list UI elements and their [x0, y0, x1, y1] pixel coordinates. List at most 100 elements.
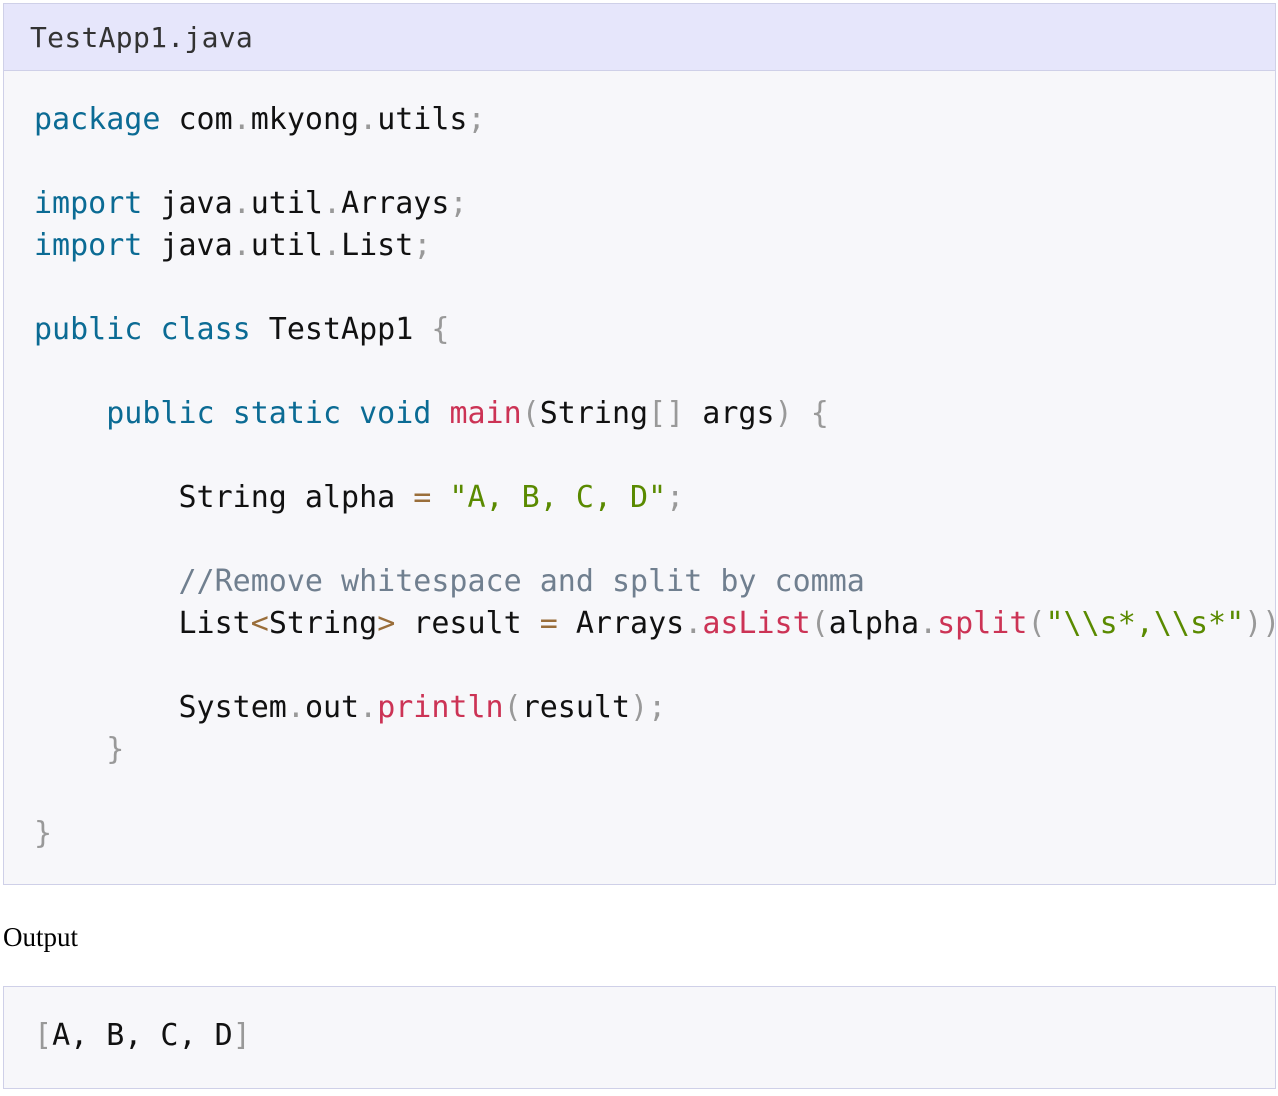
code-token: alpha — [828, 606, 920, 641]
code-token: System — [34, 690, 287, 725]
code-token: String — [539, 396, 649, 431]
code-token: ; — [467, 102, 486, 137]
code-token: . — [232, 186, 251, 221]
code-token: = — [413, 480, 432, 515]
code-token: . — [359, 690, 378, 725]
code-token: com — [160, 102, 233, 137]
code-token: ( — [810, 606, 829, 641]
code-token: = — [539, 606, 558, 641]
code-token: split — [937, 606, 1028, 641]
code-token: List — [341, 228, 414, 263]
code-line: import java.util.List; — [34, 225, 1278, 267]
code-line: } — [34, 813, 1278, 855]
code-token: public — [106, 396, 215, 431]
code-token: ( — [1027, 606, 1046, 641]
code-token: result — [395, 606, 540, 641]
code-token: [ — [34, 1018, 53, 1053]
code-token: main — [449, 396, 522, 431]
code-token: args — [684, 396, 775, 431]
code-token: A, B, C, D — [52, 1018, 233, 1053]
code-token: util — [250, 228, 323, 263]
code-token: ); — [630, 690, 667, 725]
code-token: ] — [232, 1018, 251, 1053]
code-token: . — [286, 690, 305, 725]
code-token: result — [521, 690, 631, 725]
code-token: } — [34, 816, 53, 851]
code-line: } — [34, 729, 1278, 771]
code-token: . — [232, 102, 251, 137]
code-token: } — [106, 732, 125, 767]
code-token: import — [34, 228, 143, 263]
code-token: { — [431, 312, 450, 347]
code-token: package — [34, 102, 161, 137]
output-line: [A, B, C, D] — [34, 1015, 251, 1057]
filename: TestApp1.java — [30, 20, 254, 54]
code-token: ; — [413, 228, 432, 263]
code-block: TestApp1.java package com.mkyong.utils; i… — [3, 3, 1278, 885]
code-line: List<String> result = Arrays.asList(alph… — [34, 603, 1278, 645]
code-token: String alpha — [34, 480, 414, 515]
code-line: //Remove whitespace and split by comma — [34, 561, 1278, 603]
code-line: String alpha = "A, B, C, D"; — [34, 477, 1278, 519]
code-line: public class TestApp1 { — [34, 309, 1278, 351]
code-token: . — [919, 606, 938, 641]
code-token: < — [250, 606, 269, 641]
code-token: util — [250, 186, 323, 221]
code-token: Arrays — [557, 606, 685, 641]
code-token: out — [304, 690, 360, 725]
code-token: )); — [1244, 606, 1278, 641]
code-token: mkyong — [250, 102, 360, 137]
code-token: ( — [503, 690, 522, 725]
code-token: import — [34, 186, 143, 221]
code-token: TestApp1 — [250, 312, 432, 347]
code-token: String — [268, 606, 378, 641]
code-line: System.out.println(result); — [34, 687, 1278, 729]
code-token: //Remove whitespace and split by comma — [178, 564, 865, 599]
code-token: java — [142, 228, 233, 263]
code-content[interactable]: package com.mkyong.utils; import java.uti… — [34, 99, 1278, 855]
code-token: class — [160, 312, 251, 347]
code-token: utils — [377, 102, 468, 137]
output-block: [A, B, C, D] — [3, 986, 1276, 1089]
code-token: "\\s*,\\s*" — [1045, 606, 1245, 641]
code-token: ) — [774, 396, 793, 431]
code-token: . — [323, 228, 342, 263]
output-label: Output — [3, 922, 79, 952]
code-token: ( — [521, 396, 540, 431]
code-token: . — [232, 228, 251, 263]
output-content[interactable]: [A, B, C, D] — [34, 1015, 251, 1057]
code-token: Arrays — [341, 186, 450, 221]
code-token: asList — [702, 606, 811, 641]
code-token: { — [810, 396, 829, 431]
code-token: List — [34, 606, 251, 641]
code-token: . — [684, 606, 703, 641]
code-token: public — [34, 312, 143, 347]
code-line: package com.mkyong.utils; — [34, 99, 1278, 141]
code-line: public static void main(String[] args) { — [34, 393, 1278, 435]
file-header: TestApp1.java — [4, 4, 1275, 71]
code-token: . — [359, 102, 378, 137]
code-token: ; — [666, 480, 685, 515]
code-token: void — [359, 396, 432, 431]
code-token: "A, B, C, D" — [449, 480, 667, 515]
code-token: [] — [648, 396, 685, 431]
code-token: println — [377, 690, 504, 725]
code-line: import java.util.Arrays; — [34, 183, 1278, 225]
code-token: ; — [449, 186, 468, 221]
